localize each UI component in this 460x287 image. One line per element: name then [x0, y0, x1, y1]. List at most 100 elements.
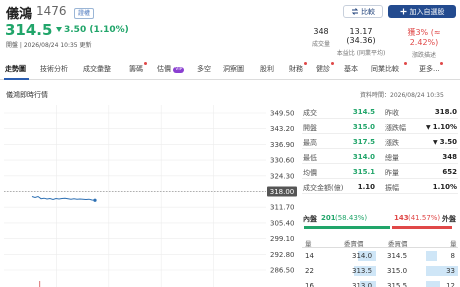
- order-book-row: 14 314.0 314.5 8: [302, 250, 458, 263]
- order-book-header: 量 委賣價 委買價 量: [302, 236, 458, 248]
- tab-peer-compare[interactable]: 同業比較: [371, 64, 399, 74]
- stats-row: 開盤 315.0 漲跌幅 ▼ 1.10%: [302, 120, 458, 134]
- stat-label: 漲跌幅: [385, 124, 406, 132]
- tab-long-short[interactable]: 多空: [197, 64, 211, 74]
- update-status: 開盤 | 2026/08/24 10:35 更新: [6, 42, 92, 49]
- bid-price: 313.0: [352, 282, 373, 287]
- y-tick-label: 311.70: [270, 204, 295, 212]
- y-tick-label: 330.60: [270, 157, 295, 165]
- change-desc-stat: 獲3% (≈ 2.42%) 漲跌描述: [394, 27, 454, 59]
- stat-value: 1.10%: [432, 183, 457, 191]
- last-price-point: [93, 198, 97, 202]
- tab-chips[interactable]: 籌碼: [129, 64, 143, 74]
- stat-label: 總量: [385, 154, 399, 162]
- notify-dot: [440, 62, 443, 65]
- stat-value: 317.5: [352, 138, 375, 146]
- down-arrow-icon: [56, 27, 62, 32]
- stat-label: 最高: [303, 139, 317, 147]
- outer-pct: (41.57%): [408, 214, 441, 222]
- inner-pct: (58.43%): [335, 214, 368, 222]
- inner-value: 201: [321, 214, 336, 222]
- stat-label: 成交: [303, 109, 317, 117]
- bid-price: 314.0: [352, 252, 373, 260]
- section-title: 儀鴻即時行情: [6, 91, 48, 99]
- tab-technical[interactable]: 技術分析: [40, 64, 68, 74]
- pe-label: 本益比 (同業平均): [336, 50, 386, 57]
- tab-valuation-label: 估價: [157, 65, 171, 73]
- tab-health[interactable]: 健診: [316, 64, 330, 74]
- stat-value-text: 3.50: [439, 138, 457, 146]
- stat-value: 315.1: [352, 168, 375, 176]
- y-tick-label: 286.50: [270, 267, 295, 275]
- pe-value: 13.17 (34.36): [346, 27, 376, 45]
- y-tick-label: 292.80: [270, 251, 295, 259]
- ask-price: 314.5: [387, 252, 408, 260]
- stat-value: 318.0: [434, 108, 457, 116]
- tab-basic[interactable]: 基本: [344, 64, 358, 74]
- compare-button[interactable]: 比較: [343, 5, 383, 18]
- tab-dividend[interactable]: 股利: [260, 64, 274, 74]
- tab-trade-summary[interactable]: 成交彙整: [83, 64, 111, 74]
- stat-value: 348: [442, 153, 457, 161]
- stat-value: ▼ 3.50: [412, 138, 457, 146]
- stat-value: ▼ 1.10%: [412, 123, 457, 131]
- active-tab-indicator: [4, 78, 29, 80]
- notify-dot: [404, 62, 407, 65]
- ask-price: 315.5: [387, 282, 408, 287]
- intraday-chart[interactable]: 349.50 343.20 336.90 330.60 324.30 318.00 311.…: [0, 100, 300, 287]
- bid-price-header: 委賣價: [344, 240, 364, 248]
- stock-code: 1476: [36, 4, 67, 18]
- add-watchlist-button[interactable]: 加入自選股: [388, 5, 456, 18]
- stock-header: 儀鴻 1476 證權 314.5 3.50 (1.10%) 開盤 | 2026/…: [0, 0, 460, 59]
- bid-qty: 22: [305, 267, 314, 275]
- stat-label: 開盤: [303, 124, 317, 132]
- intraday-chart-svg: 349.50 343.20 336.90 330.60 324.30 318.00 311.…: [4, 105, 297, 287]
- tab-trend[interactable]: 走勢圖: [5, 64, 26, 74]
- tab-more[interactable]: 更多...: [419, 64, 440, 74]
- stat-value: 314.0: [352, 153, 375, 161]
- down-arrow-icon: ▼: [433, 139, 440, 146]
- stat-label: 均價: [303, 169, 317, 177]
- bid-qty-header: 量: [305, 240, 312, 248]
- stats-row: 成交 314.5 昨收 318.0: [302, 105, 458, 119]
- tab-insight[interactable]: 洞察圖: [223, 64, 244, 74]
- outer-label: 外盤: [442, 215, 456, 223]
- swap-icon: [351, 8, 359, 15]
- y-tick-label: 336.90: [270, 141, 295, 149]
- bid-qty: 14: [305, 252, 314, 260]
- stats-row: 最低 314.0 總量 348: [302, 150, 458, 164]
- stat-label: 昨收: [385, 109, 399, 117]
- stat-value: 315.0: [352, 123, 375, 131]
- y-tick-label: 324.30: [270, 172, 295, 180]
- volume-stat: 348 成交量: [309, 27, 333, 48]
- y-tick-label: 305.40: [270, 219, 295, 227]
- inner-label: 內盤: [303, 215, 317, 223]
- bid-qty: 16: [305, 282, 314, 287]
- stat-label: 振幅: [385, 184, 399, 192]
- y-tick-label: 343.20: [270, 125, 295, 133]
- volume-bar: [39, 281, 41, 287]
- stat-value-text: 1.10%: [432, 123, 457, 131]
- add-watchlist-label: 加入自選股: [409, 7, 445, 16]
- reference-price-label: 318.00: [270, 188, 295, 196]
- stat-label: 最低: [303, 154, 317, 162]
- y-tick-label: 349.50: [270, 110, 295, 118]
- tab-valuation[interactable]: 估價 VIP: [157, 64, 185, 74]
- ask-price: 315.0: [387, 267, 408, 275]
- stock-price: 314.5: [5, 21, 53, 39]
- stat-value: 652: [442, 168, 457, 176]
- tab-financial[interactable]: 財務: [289, 64, 303, 74]
- stock-name: 儀鴻: [6, 7, 33, 22]
- stat-value: 314.5: [352, 108, 375, 116]
- ask-qty: 8: [450, 252, 455, 260]
- ask-qty: 33: [446, 267, 455, 275]
- ask-qty-header: 量: [450, 240, 457, 248]
- notify-dot: [331, 62, 334, 65]
- notify-dot: [144, 62, 147, 65]
- pe-stat: 13.17 (34.36) 本益比 (同業平均): [335, 27, 387, 57]
- volume-label: 成交量: [311, 41, 330, 48]
- stats-row: 成交金額(億) 1.10 振幅 1.10%: [302, 180, 458, 194]
- stats-row: 最高 317.5 漲跌 ▼ 3.50: [302, 135, 458, 149]
- y-tick-label: 299.10: [270, 235, 295, 243]
- outer-ratio-bar: [392, 226, 452, 229]
